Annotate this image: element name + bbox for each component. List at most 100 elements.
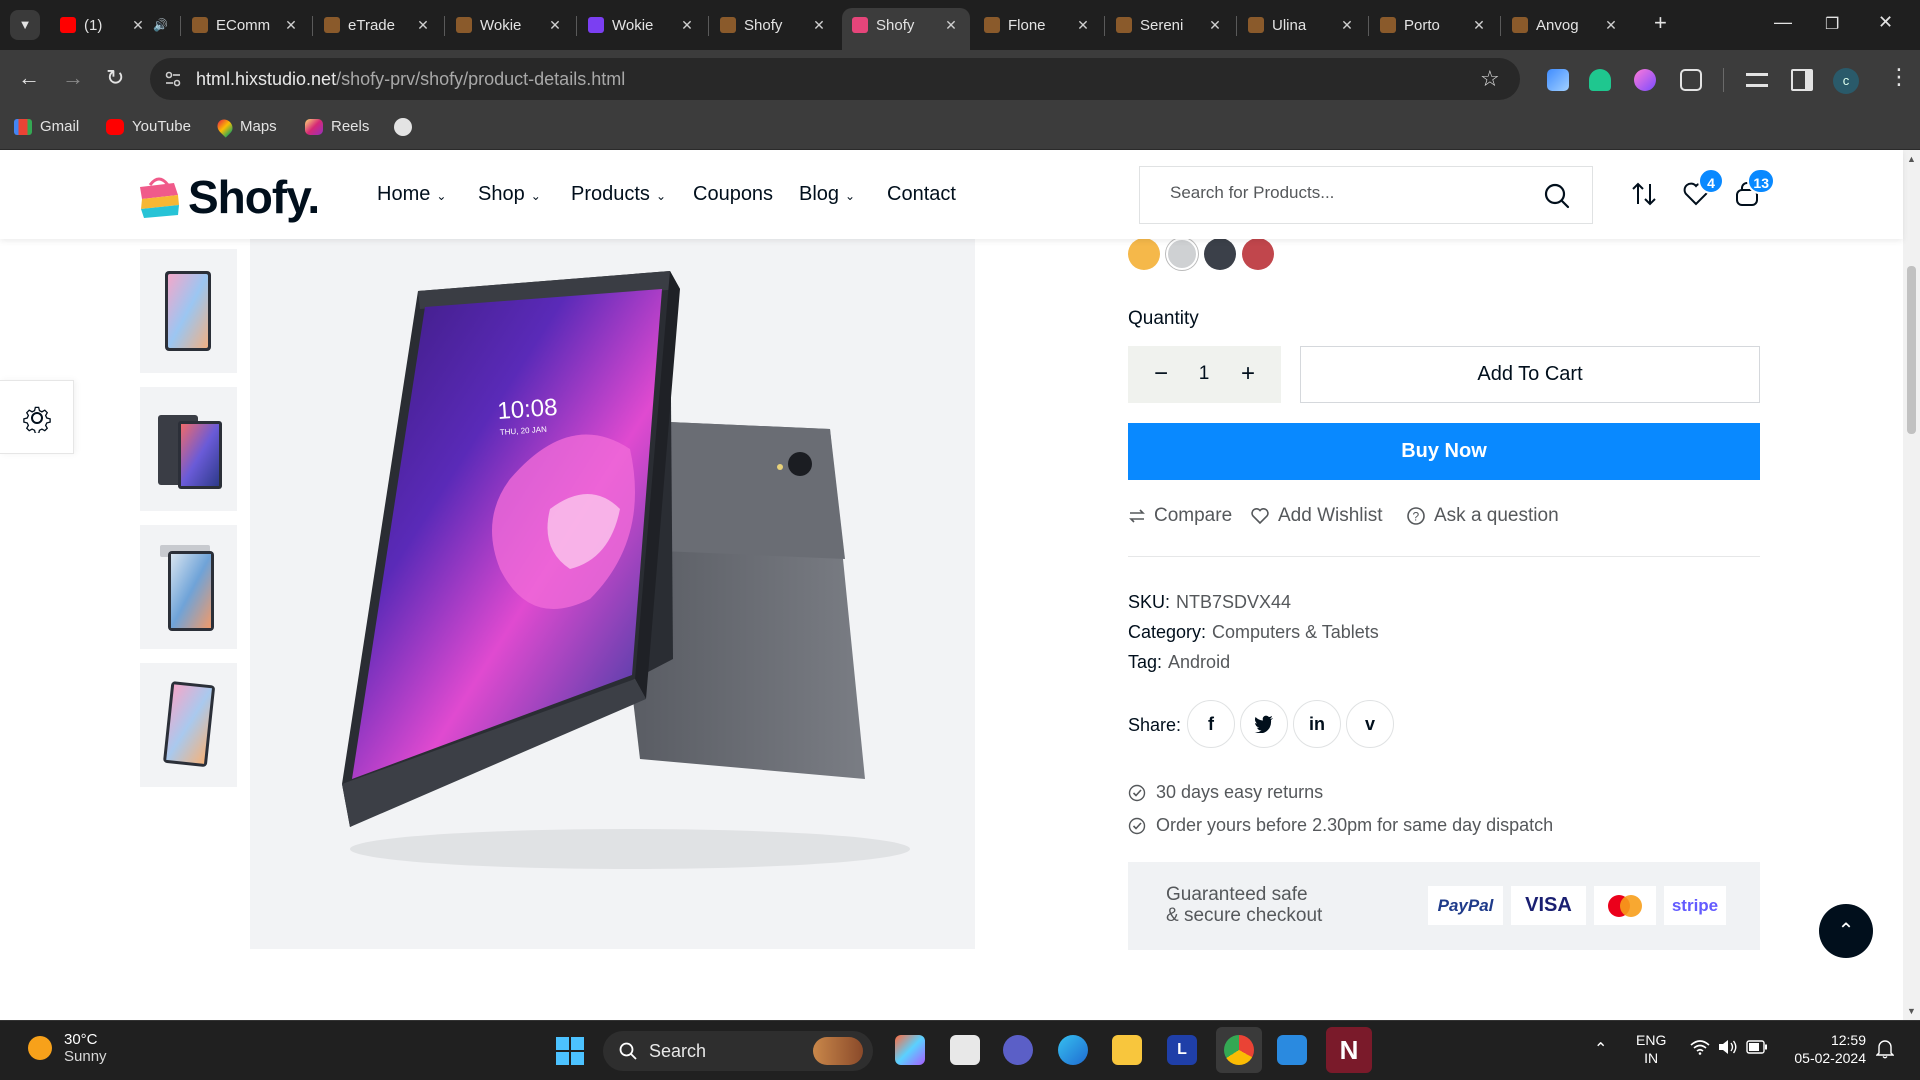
clock[interactable]: 12:59 05-02-2024 (1784, 1031, 1866, 1067)
product-thumbnail[interactable] (140, 387, 237, 511)
tab-audio-icon[interactable]: 🔊 (153, 18, 168, 32)
side-panel-icon[interactable] (1791, 69, 1813, 91)
browser-tab[interactable]: Anvog ✕ (1502, 8, 1630, 42)
product-thumbnail[interactable] (140, 249, 237, 373)
search-icon[interactable] (1544, 183, 1570, 209)
twitter-icon[interactable] (1240, 700, 1288, 748)
color-swatch-silver[interactable] (1166, 238, 1198, 270)
tab-close-icon[interactable]: ✕ (1206, 17, 1224, 34)
tab-close-icon[interactable]: ✕ (942, 17, 960, 34)
chrome-active-app[interactable] (1216, 1027, 1262, 1073)
wishlist-button[interactable]: 4 (1682, 168, 1724, 213)
browser-tab[interactable]: Porto ✕ (1370, 8, 1498, 42)
minus-icon[interactable]: − (1148, 360, 1174, 388)
plus-icon[interactable]: + (1235, 360, 1261, 388)
edge-icon[interactable] (1058, 1035, 1088, 1065)
extensions-puzzle-icon[interactable] (1680, 69, 1702, 91)
browser-tab[interactable]: EComm ✕ (182, 8, 310, 42)
reload-icon[interactable]: ↻ (106, 66, 124, 90)
tab-close-icon[interactable]: ✕ (810, 17, 828, 34)
vscode-icon[interactable] (1277, 1035, 1307, 1065)
minimize-icon[interactable]: — (1774, 12, 1792, 33)
browser-tab[interactable]: Sereni ✕ (1106, 8, 1234, 42)
lightshot-icon[interactable]: L (1167, 1035, 1197, 1065)
extension-gem-icon[interactable] (1634, 69, 1656, 91)
bookmark-globe[interactable] (394, 118, 420, 136)
product-main-image[interactable]: 10:08 THU, 20 JAN (250, 239, 975, 949)
bookmark-youtube[interactable]: YouTube (106, 118, 191, 135)
add-to-cart-button[interactable]: Add To Cart (1300, 346, 1760, 403)
back-icon[interactable]: ← (18, 66, 40, 90)
color-swatch-dark-gray[interactable] (1204, 238, 1236, 270)
close-window-icon[interactable]: ✕ (1878, 12, 1893, 33)
browser-tab[interactable]: (1) 🔊 ✕ (50, 8, 178, 42)
file-explorer-icon[interactable] (1112, 1035, 1142, 1065)
compare-link[interactable]: Compare (1128, 505, 1232, 527)
forward-icon[interactable]: → (62, 66, 84, 90)
quantity-input[interactable]: 1 (1188, 363, 1220, 385)
linkedin-icon[interactable]: in (1293, 700, 1341, 748)
vimeo-icon[interactable]: v (1346, 700, 1394, 748)
new-tab-icon[interactable]: + (1654, 10, 1667, 36)
compare-icon[interactable] (1630, 180, 1658, 213)
tab-close-icon[interactable]: ✕ (1470, 17, 1488, 34)
nav-coupons[interactable]: Coupons (693, 183, 773, 206)
scrollbar-thumb[interactable] (1907, 266, 1916, 434)
search-input[interactable] (1170, 183, 1530, 203)
scroll-down-arrow-icon[interactable]: ▼ (1907, 1006, 1916, 1016)
ask-question-link[interactable]: ? Ask a question (1406, 505, 1559, 527)
scroll-up-arrow-icon[interactable]: ▲ (1907, 154, 1916, 164)
restore-icon[interactable]: ❐ (1825, 14, 1839, 34)
task-view-icon[interactable] (950, 1035, 980, 1065)
nav-shop[interactable]: Shop ⌄ (478, 183, 541, 206)
profile-avatar[interactable]: c (1833, 68, 1859, 94)
browser-tab[interactable]: Wokie ✕ (446, 8, 574, 42)
extension-palm-icon[interactable] (1589, 69, 1611, 91)
color-swatch-red[interactable] (1242, 238, 1274, 270)
tab-close-icon[interactable]: ✕ (1338, 17, 1356, 34)
facebook-icon[interactable]: f (1187, 700, 1235, 748)
color-swatch-orange[interactable] (1128, 238, 1160, 270)
bookmark-star-icon[interactable]: ☆ (1480, 66, 1500, 92)
category-link[interactable]: Computers & Tablets (1212, 622, 1379, 642)
nav-contact[interactable]: Contact (887, 183, 956, 206)
tab-close-icon[interactable]: ✕ (546, 17, 564, 34)
language-indicator[interactable]: ENG IN (1636, 1031, 1666, 1067)
taskbar-search[interactable]: Search (603, 1031, 873, 1071)
tag-link[interactable]: Android (1168, 652, 1230, 672)
back-to-top-button[interactable]: ⌃ (1819, 904, 1873, 958)
teams-icon[interactable] (1003, 1035, 1033, 1065)
browser-tab[interactable]: Wokie ✕ (578, 8, 706, 42)
add-wishlist-link[interactable]: Add Wishlist (1250, 505, 1383, 527)
media-controls-icon[interactable] (1746, 73, 1768, 87)
notion-like-app-icon[interactable]: N (1326, 1027, 1372, 1073)
windows-start-icon[interactable] (556, 1037, 584, 1065)
bookmark-reels[interactable]: Reels (305, 118, 369, 135)
bookmark-gmail[interactable]: Gmail (14, 118, 79, 135)
cart-button[interactable]: 13 (1733, 168, 1775, 213)
tab-close-icon[interactable]: ✕ (1602, 17, 1620, 34)
site-info-icon[interactable] (164, 70, 182, 88)
product-thumbnail[interactable] (140, 525, 237, 649)
browser-menu-icon[interactable]: ⋮ (1888, 64, 1910, 90)
buy-now-button[interactable]: Buy Now (1128, 423, 1760, 480)
tab-close-icon[interactable]: ✕ (129, 17, 147, 34)
tab-search-button[interactable]: ▼ (10, 10, 40, 40)
browser-tab[interactable]: Shofy ✕ (842, 8, 970, 50)
extension-translate-icon[interactable] (1547, 69, 1569, 91)
notification-bell-icon[interactable] (1875, 1039, 1895, 1062)
browser-tab[interactable]: eTrade ✕ (314, 8, 442, 42)
tab-close-icon[interactable]: ✕ (1074, 17, 1092, 34)
volume-icon[interactable] (1718, 1039, 1738, 1058)
tab-close-icon[interactable]: ✕ (282, 17, 300, 34)
battery-icon[interactable] (1746, 1040, 1768, 1057)
site-logo[interactable]: Shofy. (138, 170, 320, 224)
tab-close-icon[interactable]: ✕ (678, 17, 696, 34)
tab-close-icon[interactable]: ✕ (414, 17, 432, 34)
copilot-icon[interactable] (895, 1035, 925, 1065)
chevron-up-icon[interactable]: ⌃ (1594, 1039, 1607, 1059)
browser-tab[interactable]: Shofy ✕ (710, 8, 838, 42)
product-thumbnail[interactable] (140, 663, 237, 787)
browser-tab[interactable]: Flone ✕ (974, 8, 1102, 42)
settings-toggle[interactable] (0, 380, 74, 454)
